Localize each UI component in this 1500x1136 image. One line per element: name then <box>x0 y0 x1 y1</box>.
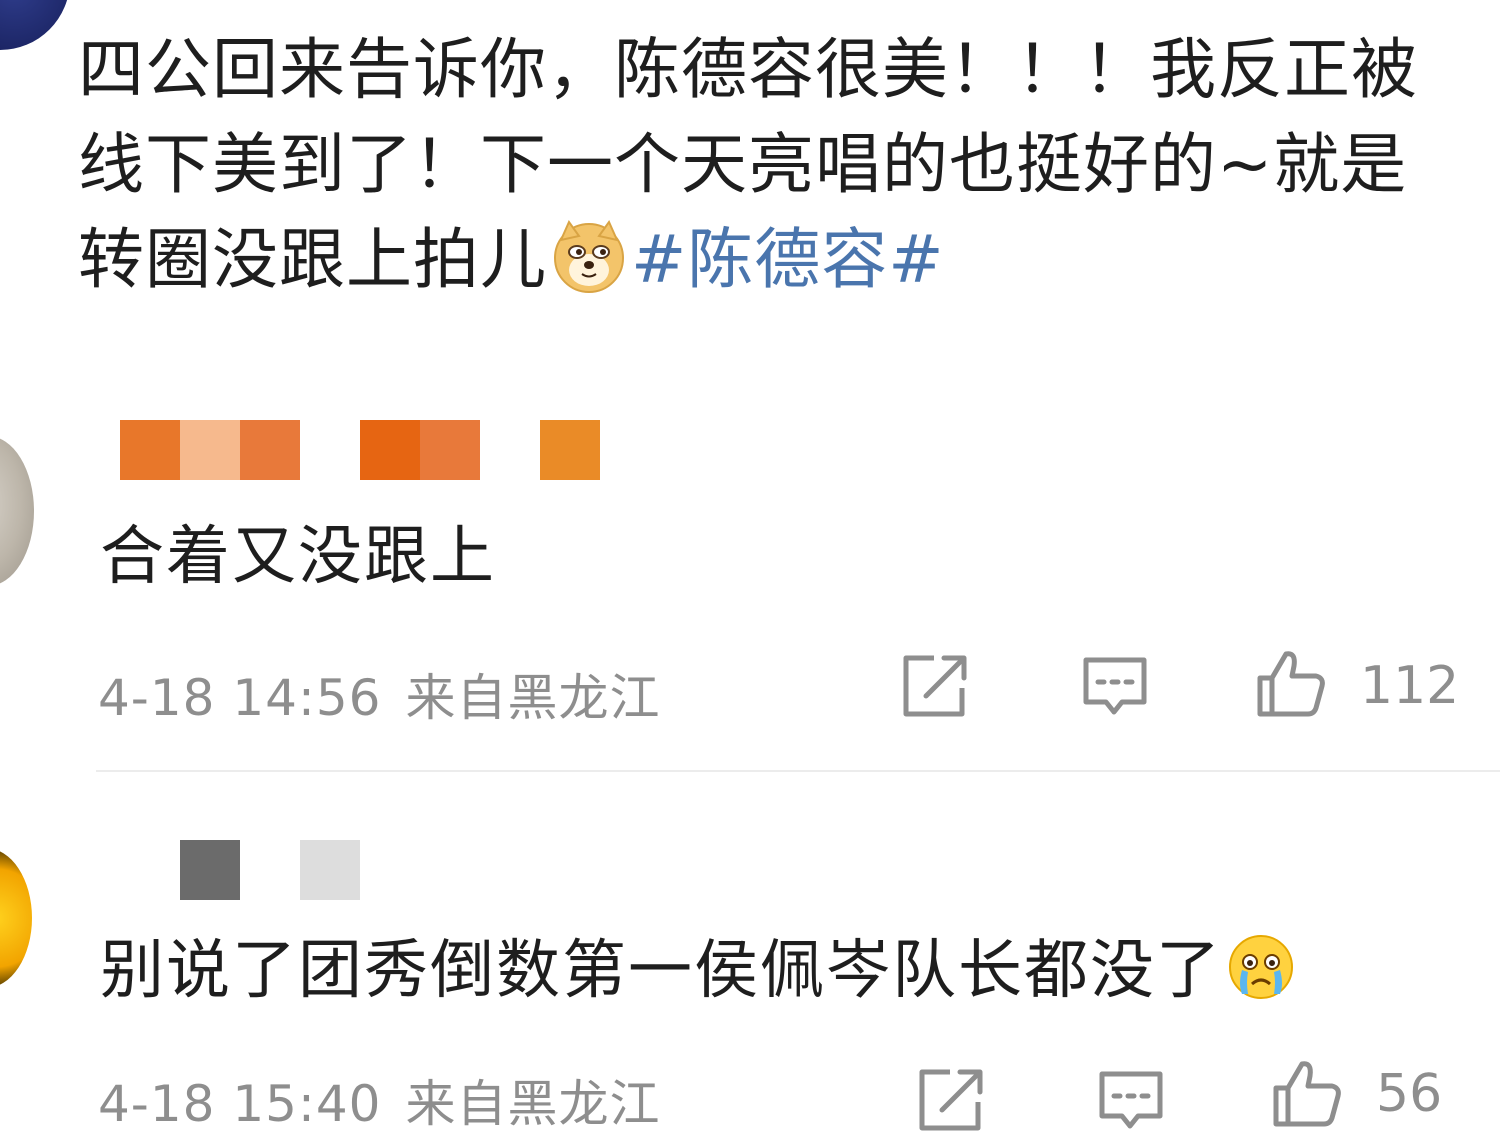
mask-block <box>420 420 480 480</box>
mask-block <box>120 420 180 480</box>
share-icon[interactable] <box>900 652 970 722</box>
mask-block <box>240 420 300 480</box>
comment-2-meta: 4-18 15:40 来自黑龙江 <box>98 1064 660 1136</box>
comment-time: 4-18 15:40 <box>98 1075 382 1133</box>
comment-location: 来自黑龙江 <box>405 1075 661 1133</box>
doge-emoji-icon <box>554 219 624 293</box>
comment-1-text: 合着又没跟上 <box>100 520 496 594</box>
mask-block <box>360 420 420 480</box>
crying-emoji-icon <box>1229 935 1293 999</box>
post-author-avatar[interactable] <box>0 0 70 50</box>
comment-time: 4-18 14:56 <box>98 669 382 727</box>
comment-2-username-masked[interactable] <box>120 840 360 900</box>
share-icon[interactable] <box>916 1066 986 1136</box>
comment-2-body: 别说了团秀倒数第一侯佩岑队长都没了 <box>100 926 1296 1016</box>
comment-2-text: 别说了团秀倒数第一侯佩岑队长都没了 <box>100 934 1222 1008</box>
comment-1-meta: 4-18 14:56 来自黑龙江 <box>98 658 660 730</box>
comment-icon[interactable] <box>1096 1066 1166 1136</box>
mask-block <box>300 420 360 480</box>
mask-block <box>300 840 360 900</box>
like-icon[interactable] <box>1256 648 1326 718</box>
mask-block <box>120 840 180 900</box>
comment-1-username-masked[interactable] <box>120 420 600 480</box>
mask-block <box>240 840 300 900</box>
topic-link[interactable]: #陈德容# <box>631 221 945 298</box>
mask-block <box>480 420 540 480</box>
comment-location: 来自黑龙江 <box>405 669 661 727</box>
divider <box>96 770 1500 772</box>
like-icon[interactable] <box>1272 1058 1342 1128</box>
mask-block <box>180 420 240 480</box>
comment-2-avatar[interactable] <box>0 848 32 988</box>
like-count: 112 <box>1360 656 1460 716</box>
mask-block <box>540 420 600 480</box>
comment-1-avatar[interactable] <box>0 436 34 586</box>
like-count: 56 <box>1376 1064 1443 1124</box>
comment-icon[interactable] <box>1080 652 1150 722</box>
mask-block <box>180 840 240 900</box>
post-body: 四公回来告诉你，陈德容很美！！！我反正被线下美到了！下一个天亮唱的也挺好的~就是… <box>78 22 1418 307</box>
